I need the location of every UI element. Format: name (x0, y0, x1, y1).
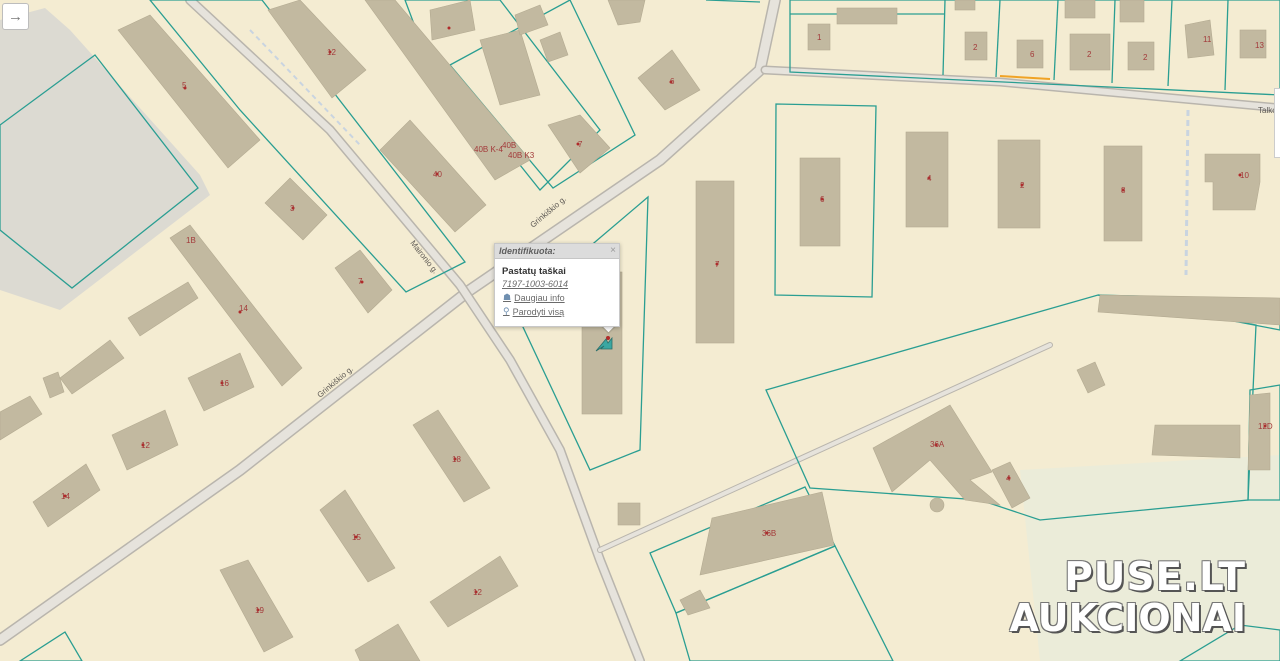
identify-popup: Identifikuota: × Pastatų taškai 7197-100… (494, 243, 620, 327)
house-number: 11 (1203, 35, 1212, 44)
watermark-line-1: PUSE.LT (1064, 555, 1246, 601)
show-all-link[interactable]: ⚲ Parodyti visą (503, 306, 619, 317)
house-number: 40B K3 (508, 151, 535, 160)
expand-panel-button[interactable]: → (2, 3, 29, 30)
house-number: 7 (358, 277, 363, 286)
house-number: 40B (502, 141, 516, 150)
house-number: 2 (973, 43, 978, 52)
info-icon: ☗ (503, 292, 512, 302)
house-number: 12 (473, 588, 482, 597)
show-all-label: Parodyti visą (512, 306, 565, 317)
house-number: 3 (290, 204, 295, 213)
house-number: 16 (220, 379, 229, 388)
house-number: 40B K-4 (474, 145, 503, 154)
popup-header-title: Identifikuota: (499, 246, 556, 256)
house-number: 13 (1255, 41, 1264, 50)
house-number: 4 (1006, 474, 1011, 483)
house-number: 12 (327, 48, 336, 57)
house-number: 6 (820, 195, 825, 204)
watermark-line-2: AUKCIONAI (1009, 596, 1246, 641)
popup-object-code-link[interactable]: 7197-1003-6014 (502, 279, 619, 289)
close-icon[interactable]: × (610, 244, 616, 258)
house-number: 12 (141, 441, 150, 450)
house-number: 6 (1030, 50, 1035, 59)
house-number: 7 (578, 140, 583, 149)
house-number: 36A (930, 440, 945, 449)
popup-header: Identifikuota: × (495, 244, 619, 259)
house-number: 15 (352, 533, 361, 542)
house-number: 19 (255, 606, 264, 615)
house-number: 2 (1087, 50, 1092, 59)
more-info-label: Daugiau info (514, 292, 565, 303)
house-number: 1B (186, 236, 196, 245)
house-number: 5 (182, 81, 187, 90)
house-number: 18 (452, 455, 461, 464)
house-number: 8 (1121, 186, 1126, 195)
house-number: 1 (817, 33, 822, 42)
house-number: 2 (1020, 181, 1025, 190)
house-number: 14 (239, 304, 248, 313)
magnifier-icon: ⚲ (503, 306, 510, 316)
arrow-right-icon: → (8, 8, 23, 25)
popup-layer-title: Pastatų taškai (502, 266, 566, 277)
house-number: 10 (1240, 171, 1249, 180)
house-number: 2 (1143, 53, 1148, 62)
house-number: 4 (927, 174, 932, 183)
house-number: 6 (670, 77, 675, 86)
house-number: 14 (61, 492, 70, 501)
house-number: 7 (715, 260, 720, 269)
cadastral-map[interactable]: Grinkiškio g. Grinkiškio g. Maironio g. … (0, 0, 1280, 661)
house-number: 40 (433, 170, 442, 179)
watermark: PUSE.LT AUKCIONAI (1009, 555, 1246, 641)
more-info-link[interactable]: ☗ Daugiau info (503, 292, 619, 303)
side-panel-tab[interactable] (1274, 88, 1280, 158)
house-number: 36B (762, 529, 776, 538)
house-number: 12D (1258, 422, 1273, 431)
